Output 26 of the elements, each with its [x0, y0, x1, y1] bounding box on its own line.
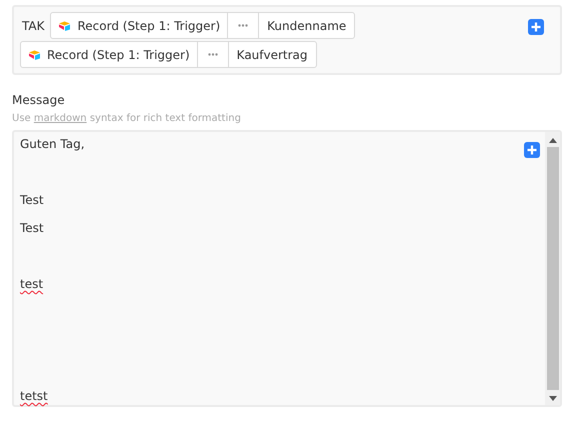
more-icon[interactable] — [238, 24, 248, 27]
logo-icon — [28, 50, 41, 60]
message-line: Test — [20, 221, 44, 235]
add-icon[interactable] — [528, 19, 544, 35]
message-label: Message — [12, 93, 66, 107]
add-icon[interactable] — [524, 142, 540, 158]
token-field: Kundenname — [259, 13, 354, 38]
message-line: test — [20, 277, 44, 291]
logo-icon — [58, 20, 72, 30]
token-field: Kaufvertrag — [228, 42, 316, 67]
scroll-thumb[interactable] — [546, 147, 558, 390]
field-token[interactable]: Record (Step 1: Trigger) Kundenname — [50, 12, 356, 39]
subject-field[interactable]: TAK Record (Step 1: Trigger) Kundenname Record (Step 1: Trigger) Kaufvertrag — [12, 5, 562, 75]
field-label: TAK — [22, 18, 44, 32]
message-line: Test — [20, 193, 44, 207]
message-field[interactable]: Guten Tag, Test Test test tetst — [12, 130, 562, 407]
message-line: Guten Tag, — [20, 137, 85, 151]
more-icon[interactable] — [208, 53, 218, 56]
scrollbar[interactable] — [545, 132, 560, 405]
token-source: Record (Step 1: Trigger) — [21, 42, 198, 67]
token-source: Record (Step 1: Trigger) — [51, 13, 228, 38]
hint-text: Use markdown syntax for rich text formatting — [12, 113, 242, 124]
message-line: tetst — [20, 389, 48, 403]
scroll-up-icon[interactable] — [548, 138, 556, 143]
field-token[interactable]: Record (Step 1: Trigger) Kaufvertrag — [20, 41, 317, 68]
scroll-down-icon[interactable] — [548, 396, 556, 401]
